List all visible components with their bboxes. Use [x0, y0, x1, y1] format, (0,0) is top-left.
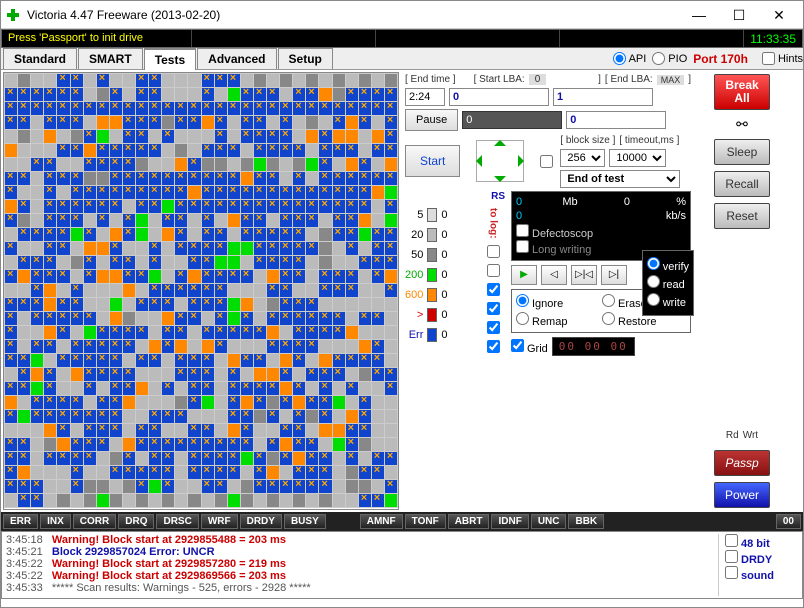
grid-timer: 00 00 00: [552, 337, 635, 356]
block-size-select[interactable]: 256: [560, 149, 605, 167]
status-bbk: BBK: [568, 514, 604, 529]
hints-checkbox[interactable]: Hints: [762, 52, 803, 65]
minimize-button[interactable]: —: [679, 4, 719, 26]
window-title: Victoria 4.47 Freeware (2013-02-20): [27, 8, 679, 22]
step-button[interactable]: ▷|: [601, 265, 627, 285]
titlebar: Victoria 4.47 Freeware (2013-02-20) — ☐ …: [1, 1, 803, 29]
port-label: Port 170h: [693, 52, 748, 66]
tab-advanced[interactable]: Advanced: [197, 48, 276, 69]
radio-pio[interactable]: PIO: [652, 52, 687, 65]
block-map: [3, 72, 399, 510]
prev-button[interactable]: ◁: [541, 265, 567, 285]
status-busy: BUSY: [284, 514, 326, 529]
play-button[interactable]: ▶: [511, 265, 537, 285]
end-lba-input[interactable]: [553, 88, 653, 106]
pause-button[interactable]: Pause: [405, 109, 458, 131]
sleep-button[interactable]: Sleep: [714, 139, 770, 165]
passp-button[interactable]: Passp: [714, 450, 770, 476]
status-drdy: DRDY: [240, 514, 282, 529]
tab-setup[interactable]: Setup: [278, 48, 333, 69]
tabs-row: Standard SMART Tests Advanced Setup API …: [1, 48, 803, 70]
status-corr: CORR: [73, 514, 116, 529]
radio-api[interactable]: API: [613, 52, 647, 65]
log-panel: 3:45:18 Warning! Block start at 29298554…: [1, 531, 803, 599]
start-lba-input[interactable]: [449, 88, 549, 106]
nav-pad[interactable]: [470, 134, 530, 188]
app-icon: [5, 7, 21, 23]
recall-button[interactable]: Recall: [714, 171, 770, 197]
end-time-input[interactable]: [405, 88, 445, 106]
break-all-button[interactable]: Break All: [714, 74, 770, 110]
navpad-check[interactable]: [540, 155, 553, 168]
status-tonf: TONF: [405, 514, 446, 529]
status-err: ERR: [3, 514, 38, 529]
link-icon: ⚯: [736, 116, 748, 133]
controls-panel: [ End time ] [ Start LBA: 0 ] [ End LBA:…: [401, 70, 695, 512]
bottom-status: ERRINXCORRDRQDRSCWRFDRDYBUSY AMNFTONFABRT…: [1, 512, 803, 531]
read-radio[interactable]: read: [647, 275, 689, 291]
right-panel: Break All ⚯ Sleep Recall Reset RdWrt Pas…: [695, 70, 789, 512]
status-idnf: IDNF: [491, 514, 528, 529]
status-inx: INX: [40, 514, 71, 529]
field2: [462, 111, 562, 129]
status-drsc: DRSC: [156, 514, 198, 529]
timeout-select[interactable]: 10000: [609, 149, 666, 167]
remap-radio[interactable]: Remap: [516, 312, 600, 328]
tab-smart[interactable]: SMART: [78, 48, 143, 69]
rs-label: RS: [405, 191, 505, 202]
ignore-radio[interactable]: Ignore: [516, 294, 600, 310]
48bit-check[interactable]: 48 bit: [725, 534, 798, 550]
start-button[interactable]: Start: [405, 145, 460, 177]
verify-radio[interactable]: verify: [647, 257, 689, 273]
write-radio[interactable]: write: [647, 293, 689, 309]
clock: 11:33:35: [744, 30, 802, 47]
drdy-check[interactable]: DRDY: [725, 550, 798, 566]
long-writing-check[interactable]: Long writing: [516, 244, 591, 256]
status-drq: DRQ: [118, 514, 154, 529]
to-log-label: to log:: [487, 208, 498, 239]
sound-check[interactable]: sound: [725, 566, 798, 582]
field3[interactable]: [566, 111, 666, 129]
power-button[interactable]: Power: [714, 482, 770, 508]
status-unc: UNC: [531, 514, 567, 529]
close-button[interactable]: ✕: [759, 4, 799, 26]
status-message: Press 'Passport' to init drive: [2, 30, 192, 47]
grid-checkbox[interactable]: Grid: [511, 339, 548, 355]
reset-button[interactable]: Reset: [714, 203, 770, 229]
tab-standard[interactable]: Standard: [3, 48, 77, 69]
maximize-button[interactable]: ☐: [719, 4, 759, 26]
status-wrf: WRF: [201, 514, 238, 529]
tab-tests[interactable]: Tests: [144, 48, 196, 70]
end-test-select[interactable]: End of test: [560, 170, 680, 188]
status-abrt: ABRT: [448, 514, 490, 529]
skip-button[interactable]: ▷|◁: [571, 265, 597, 285]
status-amnf: AMNF: [360, 514, 403, 529]
status-bar: Press 'Passport' to init drive 11:33:35: [1, 29, 803, 48]
defectoscop-check[interactable]: Defectoscop: [516, 228, 593, 240]
